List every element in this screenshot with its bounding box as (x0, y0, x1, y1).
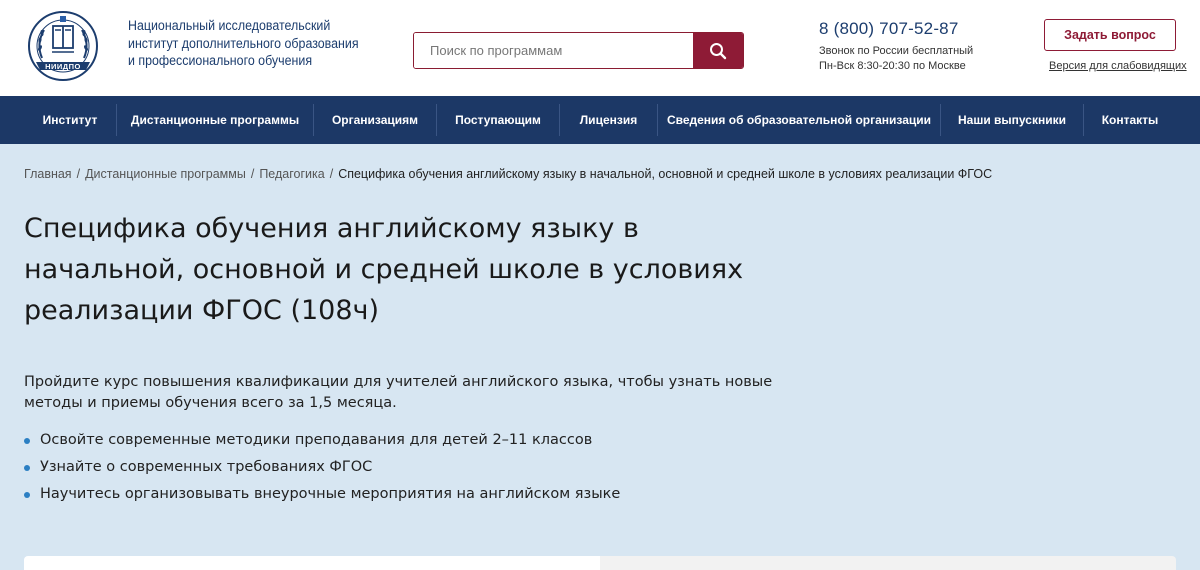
nav-item-organization-info[interactable]: Сведения об образовательной организации (658, 104, 941, 136)
logo-text: НИИДПО (45, 62, 81, 71)
breadcrumb-current: Специфика обучения английскому языку в н… (338, 167, 993, 181)
ask-question-button[interactable]: Задать вопрос (1044, 19, 1176, 51)
program-search (413, 32, 744, 69)
organization-name: Национальный исследовательский институт … (128, 17, 388, 70)
nav-item-license[interactable]: Лицензия (560, 104, 658, 136)
site-header: НИИДПО Национальный исследовательский ин… (0, 0, 1200, 96)
search-icon (710, 42, 727, 59)
main-navigation: Институт Дистанционные программы Организ… (0, 96, 1200, 144)
bullet-dot (24, 437, 30, 444)
breadcrumb-separator: / (329, 167, 334, 181)
breadcrumb-distance-programs[interactable]: Дистанционные программы (85, 167, 246, 181)
breadcrumb-separator: / (76, 167, 81, 181)
info-card-left (24, 556, 600, 570)
page-title-line: Специфика обучения английскому языку в (24, 213, 639, 244)
list-item: Научитесь организовывать внеурочные меро… (24, 481, 620, 508)
breadcrumb-home[interactable]: Главная (24, 167, 72, 181)
list-item-text: Узнайте о современных требованиях ФГОС (40, 459, 373, 475)
phone-number[interactable]: 8 (800) 707-52-87 (819, 19, 959, 39)
phone-note-hours: Пн-Вск 8:30-20:30 по Москве (819, 60, 966, 72)
phone-note-free: Звонок по России бесплатный (819, 45, 974, 57)
program-hero: Главная / Дистанционные программы / Педагоги… (0, 144, 1200, 570)
list-item-text: Научитесь организовывать внеурочные меро… (40, 486, 621, 502)
page-title-line: реализации ФГОС (108ч) (24, 295, 380, 326)
list-item: Узнайте о современных требованиях ФГОС (24, 454, 620, 481)
org-name-line: институт дополнительного образования (128, 35, 359, 51)
program-lead: Пройдите курс повышения квалификации для… (24, 374, 773, 411)
accessibility-version-link[interactable]: Версия для слабовидящих (1049, 60, 1187, 72)
org-name-line: и профессионального обучения (128, 53, 313, 68)
nav-item-organizations[interactable]: Организациям (314, 104, 437, 136)
list-item-text: Освойте современные методики преподавани… (40, 432, 593, 448)
page-title: Специфика обучения английскому языку в н… (24, 208, 784, 331)
list-item: Освойте современные методики преподавани… (24, 427, 620, 454)
niidpo-logo[interactable]: НИИДПО (24, 8, 102, 86)
breadcrumb: Главная / Дистанционные программы / Педагоги… (24, 167, 992, 181)
breadcrumb-separator: / (250, 167, 255, 181)
org-name-line: Национальный исследовательский (128, 18, 331, 33)
bullet-dot (24, 491, 30, 498)
nav-item-graduates[interactable]: Наши выпускники (941, 104, 1084, 136)
page-title-line: начальной, основной и средней школе в ус… (24, 254, 744, 285)
search-button[interactable] (693, 33, 743, 68)
info-card-right (600, 556, 1176, 570)
nav-item-institute[interactable]: Институт (24, 104, 117, 136)
benefits-list: Освойте современные методики преподавани… (24, 427, 620, 508)
nav-item-contacts[interactable]: Контакты (1084, 104, 1176, 136)
search-input[interactable] (414, 33, 693, 68)
bullet-dot (24, 464, 30, 471)
breadcrumb-pedagogy[interactable]: Педагогика (259, 167, 324, 181)
nav-item-applicants[interactable]: Поступающим (437, 104, 560, 136)
phone-note: Звонок по России бесплатный Пн-Вск 8:30-… (819, 44, 973, 74)
nav-item-distance-programs[interactable]: Дистанционные программы (117, 104, 314, 136)
